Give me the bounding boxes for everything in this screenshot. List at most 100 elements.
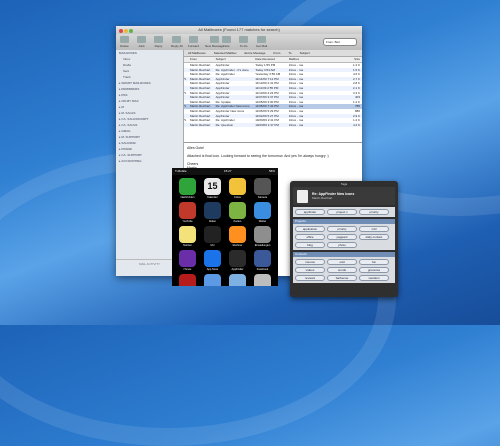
app-fotos[interactable]: Fotos: [226, 178, 249, 199]
app-icon: [179, 178, 196, 195]
app-youtube[interactable]: YouTube: [176, 202, 199, 223]
tag-button[interactable]: project x: [327, 209, 357, 215]
tab-to[interactable]: To: [284, 50, 295, 56]
window-title: All Mailboxes (Found 177 matches for sea…: [198, 27, 280, 32]
app-label: Rechner: [232, 244, 243, 247]
tag-button[interactable]: odd: [327, 259, 357, 265]
search-input[interactable]: From: Bert: [323, 38, 357, 46]
subject-cell: Re: Question: [215, 122, 234, 127]
app-rechner[interactable]: Rechner: [226, 226, 249, 247]
zoom-button[interactable]: [129, 29, 133, 33]
tab-from[interactable]: From: [269, 50, 284, 56]
app-icon: [229, 226, 246, 243]
toolbar-button-note[interactable]: Note: [222, 36, 231, 48]
toolbar-button-get-mail[interactable]: Get Mail: [256, 36, 267, 48]
app-tweetie[interactable]: Tweetie: [226, 274, 249, 286]
app-nachrichten[interactable]: Nachrichten: [176, 178, 199, 199]
message-list: All Mailboxes Selected Mailbox Entire Mess…: [184, 50, 362, 140]
column-subject[interactable]: Subject: [216, 57, 256, 62]
tag-button[interactable]: groceries: [359, 267, 389, 273]
tag-button[interactable]: memos: [295, 259, 325, 265]
tag-button[interactable]: pageant: [327, 234, 357, 240]
app-yelp[interactable]: Yelp: [176, 274, 199, 286]
app-label: Kamera: [257, 196, 268, 199]
tag-button[interactable]: fun: [359, 259, 389, 265]
app-itunes[interactable]: iTunes: [176, 250, 199, 271]
app-icon: [254, 274, 271, 286]
column-mailbox[interactable]: Mailbox: [289, 57, 323, 62]
app-label: Notizen: [183, 244, 192, 247]
iphone-screen: T-Mobile 15:27 56% Nachrichten 15 Kalender…: [172, 168, 278, 286]
tag-button[interactable]: barbecue: [327, 275, 357, 281]
tag-button[interactable]: reviews: [295, 275, 325, 281]
column-size[interactable]: Size: [322, 57, 362, 62]
tag-button[interactable]: application: [295, 226, 325, 232]
tag-button[interactable]: vacation: [359, 275, 389, 281]
app-label: Kalender: [207, 196, 218, 199]
tag-button[interactable]: appfinder: [295, 209, 325, 215]
delete-icon: [120, 36, 129, 43]
tab-subject[interactable]: Subject: [296, 50, 314, 56]
app-safari[interactable]: Safari: [201, 274, 224, 286]
app-app-store[interactable]: App Store: [201, 250, 224, 271]
app-label: Karten: [233, 220, 242, 223]
app-aktien[interactable]: Aktien: [201, 202, 224, 223]
tab-entire-message[interactable]: Entire Message: [241, 50, 270, 56]
tag-button[interactable]: blog: [295, 242, 325, 248]
app-label: Nachrichten: [180, 196, 195, 199]
home-screen-grid: Nachrichten 15 Kalender Fotos Kamera YouTube A…: [172, 175, 278, 286]
app-kamera[interactable]: Kamera: [251, 178, 274, 199]
app-label: Wetter: [258, 220, 267, 223]
junk-icon: [137, 36, 146, 43]
tag-button[interactable]: photo: [327, 242, 357, 248]
app-kalender[interactable]: 15 Kalender: [201, 178, 224, 199]
app-icon: [204, 250, 221, 267]
note-icon: [222, 36, 231, 43]
todo-icon: [239, 36, 248, 43]
tag-button[interactable]: words: [327, 267, 357, 273]
app-icon: [229, 274, 246, 286]
minimize-button[interactable]: [124, 29, 128, 33]
reply-all-icon: [172, 36, 182, 43]
forward-icon: [189, 36, 198, 43]
tag-button[interactable]: daily contact: [359, 234, 389, 240]
app-facebook[interactable]: Facebook: [251, 250, 274, 271]
table-row[interactable]: Martin Reichart Re: Question 10/23/09 1:37…: [184, 122, 362, 128]
app-uhr[interactable]: Uhr: [201, 226, 224, 247]
app-appfinder[interactable]: AppFinder: [226, 250, 249, 271]
tag-button[interactable]: priority: [327, 226, 357, 232]
tag-button[interactable]: videos: [295, 267, 325, 273]
column-from[interactable]: From: [190, 57, 216, 62]
mail-toolbar: Delete Junk Reply Reply All Forward New Messa…: [116, 34, 362, 51]
app-karten[interactable]: Karten: [226, 202, 249, 223]
app-icon: [179, 250, 196, 267]
app-contacts[interactable]: Contacts: [251, 274, 274, 286]
toolbar-button-junk[interactable]: Junk: [137, 36, 146, 48]
app-wetter[interactable]: Wetter: [251, 202, 274, 223]
tag-button[interactable]: priority: [359, 209, 389, 215]
close-button[interactable]: [119, 29, 123, 33]
toolbar-button-reply[interactable]: Reply: [154, 36, 163, 48]
tab-all-mailboxes[interactable]: All Mailboxes: [184, 50, 210, 56]
app-icon: [254, 178, 271, 195]
app-icon: [229, 202, 246, 219]
tag-button[interactable]: office: [295, 234, 325, 240]
toolbar-button-delete[interactable]: Delete: [120, 36, 129, 48]
app-notizen[interactable]: Notizen: [176, 226, 199, 247]
size-cell: 4.2 K: [353, 122, 361, 127]
app-label: Facebook: [256, 268, 269, 271]
date-cell: 10/23/09 1:37 PM: [255, 122, 279, 127]
tag-button[interactable]: mbl: [359, 226, 389, 232]
toolbar-label: To Do: [239, 44, 248, 48]
mailbox-cell: Inbox - ma: [288, 122, 303, 127]
app-label: Aktien: [208, 220, 217, 223]
toolbar-button-to-do[interactable]: To Do: [239, 36, 248, 48]
column-date[interactable]: Date Received: [255, 57, 289, 62]
toolbar-label: Get Mail: [256, 44, 268, 48]
toolbar-button-forward[interactable]: Forward: [188, 36, 199, 48]
tab-selected-mailbox[interactable]: Selected Mailbox: [210, 50, 241, 56]
app-icon: [204, 226, 221, 243]
toolbar-button-reply-all[interactable]: Reply All: [171, 36, 183, 48]
app-einstellungen[interactable]: Einstellungen: [251, 226, 274, 247]
sidebar-item[interactable]: ▸ ACCOUNTING: [116, 158, 183, 164]
